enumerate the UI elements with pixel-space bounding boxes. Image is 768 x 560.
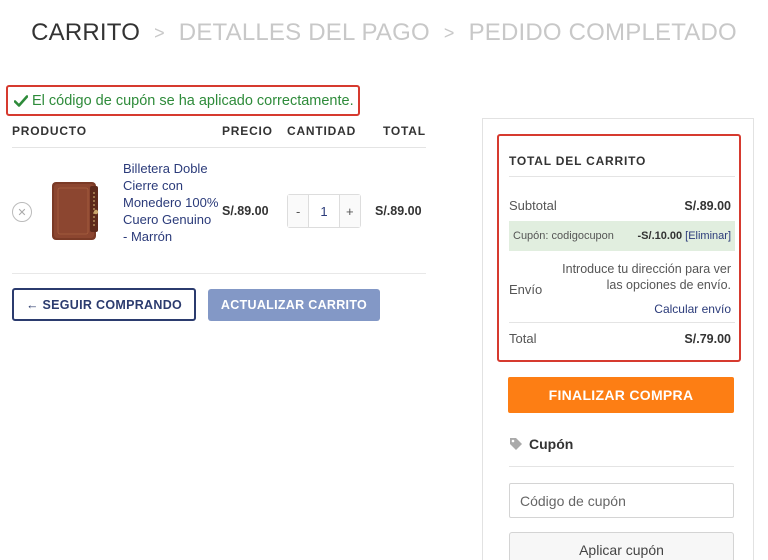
cart-table-header: PRODUCTO PRECIO CANTIDAD TOTAL [12,124,426,148]
cart-item-row: ✕ Billetera Doble Cierre con Monedero 10… [12,148,426,274]
header-total: TOTAL [383,124,426,138]
coupon-code-input[interactable] [509,483,734,518]
coupon-discount-value: -S/.10.00 [637,230,683,242]
subtotal-label: Subtotal [509,198,557,213]
coupon-code-label: Cupón: codigocupon [513,230,614,242]
apply-coupon-button[interactable]: Aplicar cupón [509,532,734,560]
cart-totals-box: TOTAL DEL CARRITO Subtotal S/.89.00 Cupó… [497,134,741,362]
step-cart: CARRITO [31,19,141,46]
calculate-shipping-link[interactable]: Calcular envío [654,302,731,316]
quantity-increase-button[interactable]: + [339,195,361,227]
tag-icon [510,438,522,450]
remove-item-icon[interactable]: ✕ [12,202,32,222]
chevron-right-icon: > [154,22,165,43]
coupon-heading: Cupón [509,436,573,452]
step-payment-details: DETALLES DEL PAGO [178,19,430,46]
shipping-info-text: Introduce tu dirección para ver las opci… [562,262,731,292]
chevron-right-icon: > [443,22,455,43]
subtotal-value: S/.89.00 [684,199,731,213]
header-quantity: CANTIDAD [287,124,357,138]
header-price: PRECIO [222,124,273,138]
coupon-heading-label: Cupón [529,436,574,452]
item-price: S/.89.00 [222,204,269,218]
divider [509,322,735,323]
checkout-button[interactable]: FINALIZAR COMPRA [508,377,734,413]
update-cart-button[interactable]: ACTUALIZAR CARRITO [208,289,380,321]
header-product: PRODUCTO [12,124,87,138]
checkout-steps: CARRITO > DETALLES DEL PAGO > PEDIDO COM… [0,16,768,50]
notice-message: El código de cupón se ha aplicado correc… [32,92,354,109]
total-label: Total [509,331,537,346]
item-total: S/.89.00 [375,204,422,218]
quantity-stepper: - 1 + [287,194,361,228]
cart-totals-title: TOTAL DEL CARRITO [509,154,647,168]
applied-coupon-row: Cupón: codigocupon -S/.10.00 [Eliminar] [509,221,735,251]
remove-coupon-link[interactable]: [Eliminar] [685,230,731,242]
divider [509,466,734,467]
quantity-decrease-button[interactable]: - [288,195,309,227]
coupon-success-notice: El código de cupón se ha aplicado correc… [6,85,360,116]
step-order-complete: PEDIDO COMPLETADO [468,19,737,46]
checkmark-icon [14,94,28,107]
quantity-input[interactable]: 1 [308,195,340,227]
continue-shopping-button[interactable]: ← SEGUIR COMPRANDO [12,288,196,321]
product-thumbnail[interactable] [50,178,102,244]
product-name-link[interactable]: Billetera Doble Cierre con Monedero 100%… [123,160,219,245]
total-value: S/.79.00 [684,332,731,346]
divider [509,176,735,177]
shipping-label: Envío [509,282,543,297]
